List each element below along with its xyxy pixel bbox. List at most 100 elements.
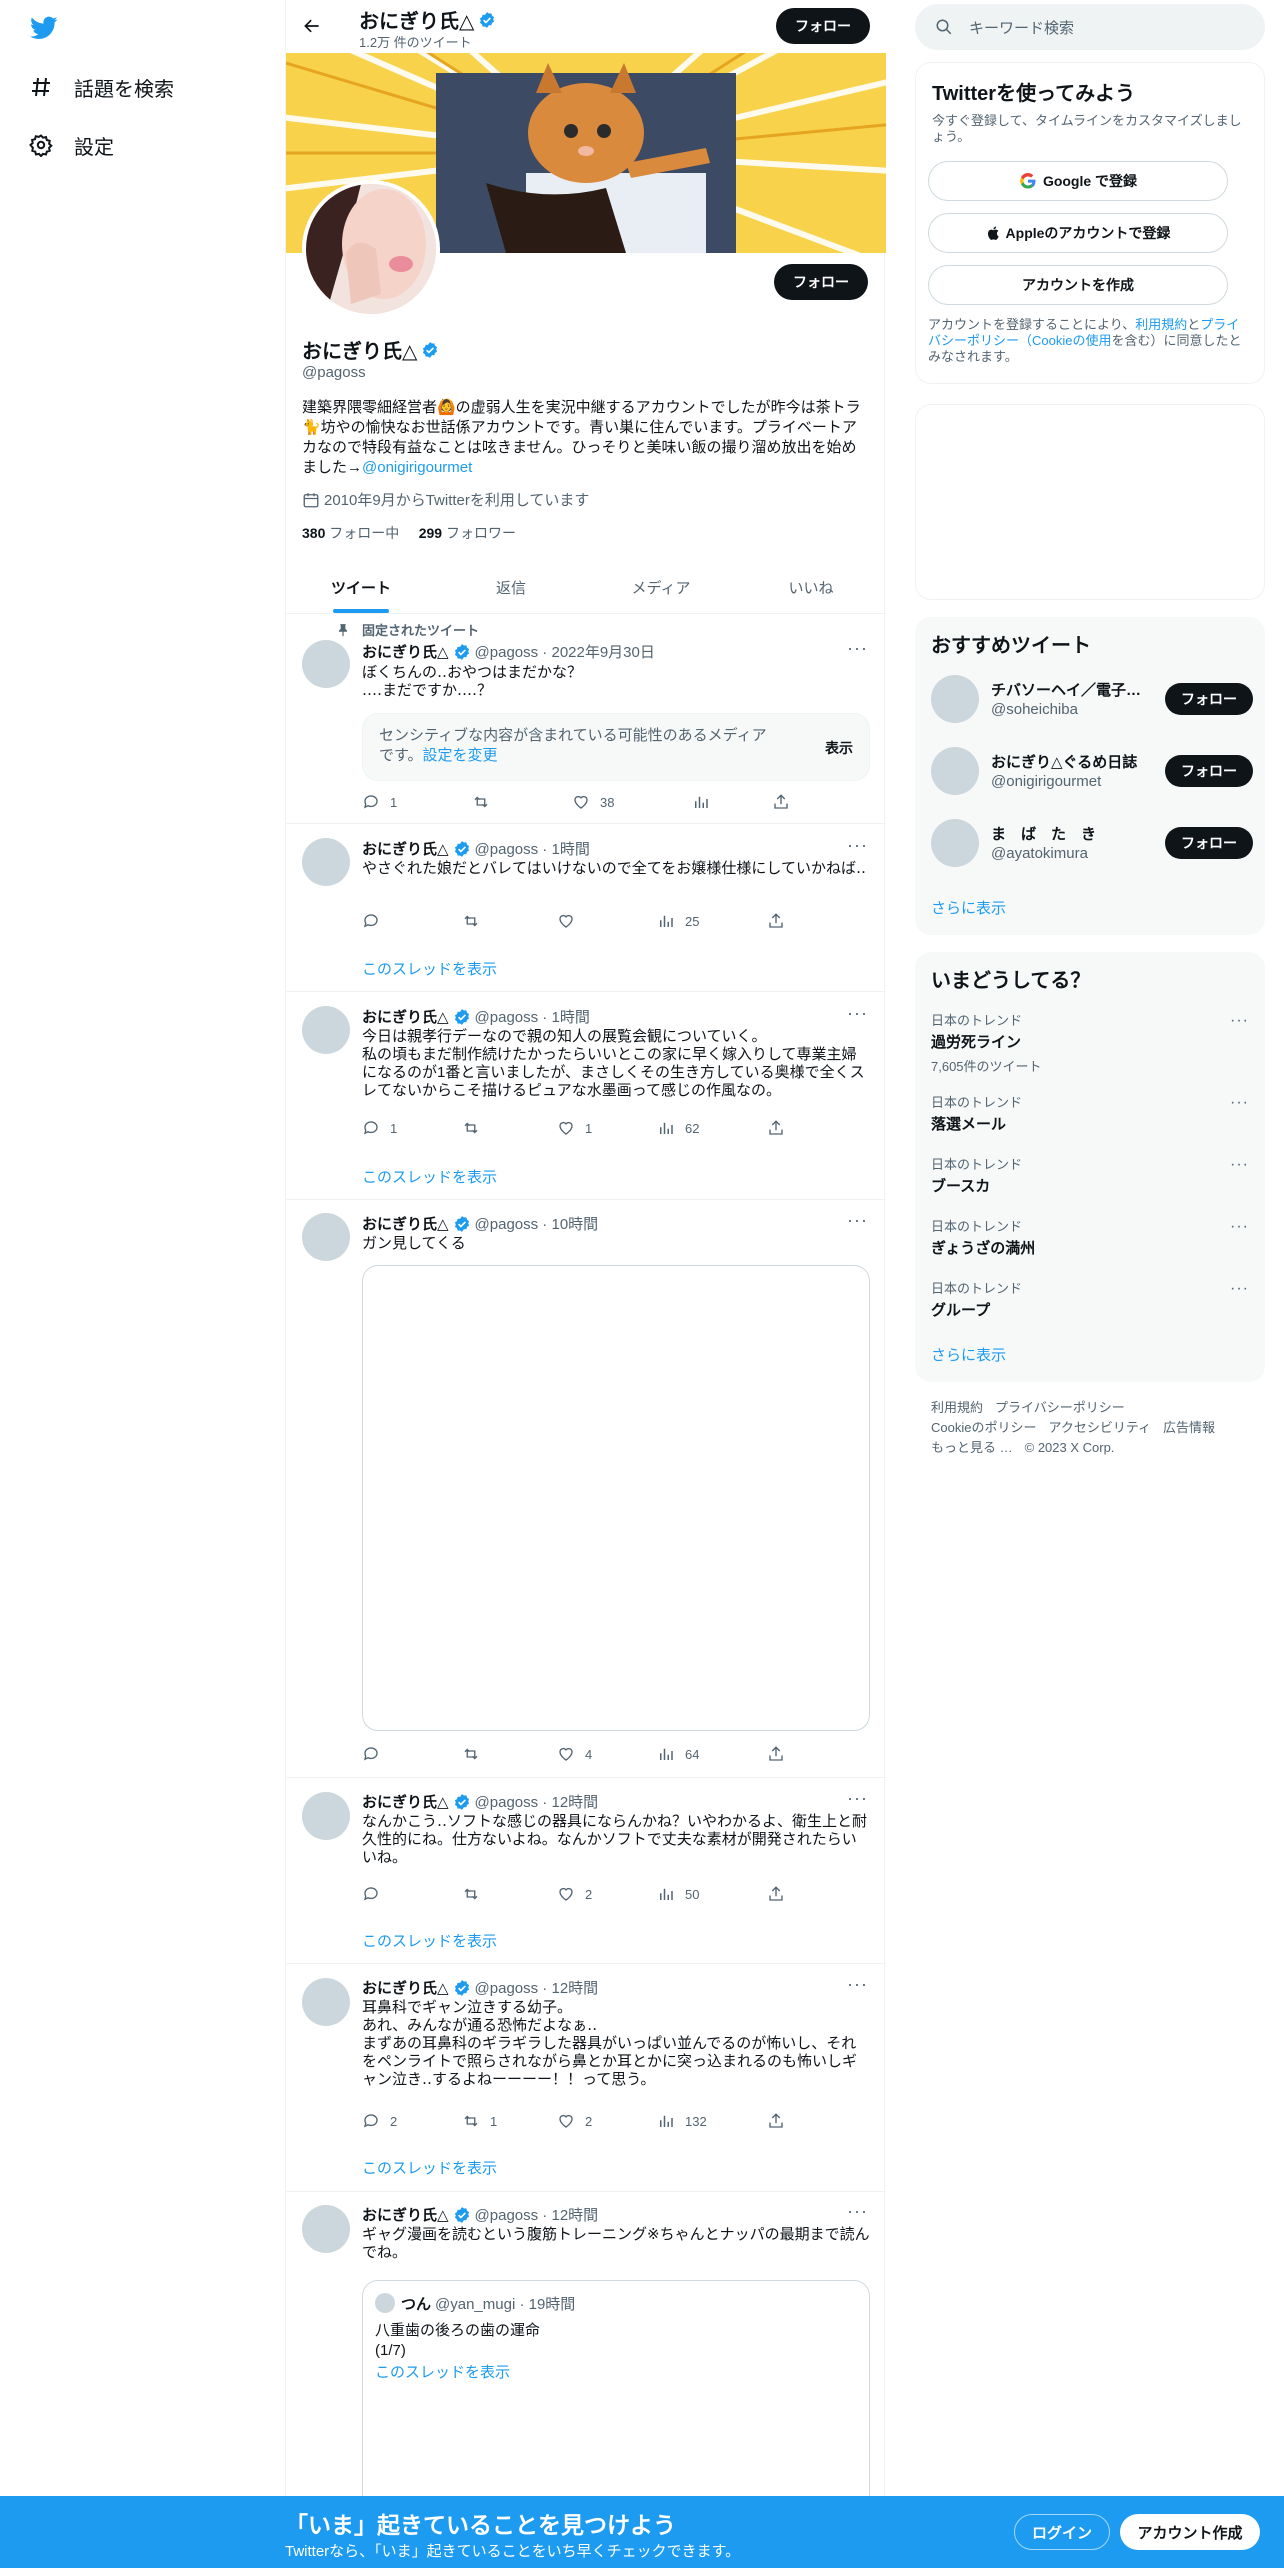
reply-button[interactable]: 1 [362, 1119, 397, 1137]
recommended-user[interactable]: おにぎり△ぐるめ日誌 @onigirigourmet フォロー [931, 745, 1253, 797]
back-arrow-icon[interactable] [300, 14, 324, 38]
apple-signup-button[interactable]: Appleのアカウントで登録 [928, 213, 1228, 253]
show-more-link[interactable]: さらに表示 [931, 1344, 1006, 1365]
tweet-avatar[interactable] [302, 1978, 350, 2026]
footer-privacy[interactable]: プライバシーポリシー [995, 1400, 1125, 1415]
tweet-avatar[interactable] [302, 838, 350, 886]
footer-more[interactable]: もっと見る … [931, 1440, 1013, 1455]
signup-button[interactable]: アカウント作成 [1120, 2514, 1260, 2550]
views-button[interactable]: 50 [657, 1885, 699, 1903]
show-media-button[interactable]: 表示 [825, 738, 853, 758]
retweet-button[interactable] [462, 1119, 490, 1137]
more-icon[interactable]: ··· [1230, 1094, 1249, 1112]
search-input[interactable]: キーワード検索 [915, 4, 1265, 50]
show-more-link[interactable]: さらに表示 [931, 897, 1006, 918]
tweet-author-name[interactable]: おにぎり氏△ [362, 641, 449, 662]
more-icon[interactable]: ··· [1230, 1156, 1249, 1174]
retweet-button[interactable] [462, 912, 490, 930]
show-thread-link[interactable]: このスレッドを表示 [362, 1930, 497, 1951]
trend-item[interactable]: 日本のトレンド ブースカ ··· [931, 1154, 1249, 1196]
reply-button[interactable]: 1 [362, 793, 397, 811]
trend-item[interactable]: 日本のトレンド ぎょうざの満州 ··· [931, 1216, 1249, 1258]
like-button[interactable]: 1 [557, 1119, 592, 1137]
retweet-button[interactable] [462, 1745, 490, 1763]
more-icon[interactable]: ··· [1230, 1012, 1249, 1030]
more-icon[interactable]: ··· [1230, 1280, 1249, 1298]
nav-settings[interactable]: 設定 [28, 125, 114, 165]
like-button[interactable]: 2 [557, 2112, 592, 2130]
footer-accessibility[interactable]: アクセシビリティ [1048, 1420, 1151, 1435]
share-button[interactable] [772, 793, 800, 811]
more-icon[interactable]: ··· [847, 1974, 868, 1995]
login-button[interactable]: ログイン [1014, 2514, 1110, 2550]
header-follow-button[interactable]: フォロー [776, 8, 870, 44]
following-link[interactable]: 380 フォロー中 [302, 525, 399, 541]
share-button[interactable] [767, 1119, 795, 1137]
twitter-logo-icon[interactable] [28, 14, 60, 42]
follow-button[interactable]: フォロー [1165, 755, 1253, 787]
google-signup-button[interactable]: Google で登録 [928, 161, 1228, 201]
recommended-user[interactable]: ま ば た き @ayatokimura フォロー [931, 817, 1253, 869]
share-button[interactable] [767, 1885, 795, 1903]
more-icon[interactable]: ··· [1230, 1218, 1249, 1236]
more-icon[interactable]: ··· [847, 1003, 868, 1024]
trend-item[interactable]: 日本のトレンド 過労死ライン 7,605件のツイート ··· [931, 1010, 1249, 1075]
tweet-avatar[interactable] [302, 640, 350, 688]
footer-cookie[interactable]: Cookieのポリシー [931, 1420, 1036, 1435]
reply-button[interactable]: 2 [362, 2112, 397, 2130]
like-button[interactable]: 2 [557, 1885, 592, 1903]
share-button[interactable] [767, 912, 795, 930]
tab-tweets[interactable]: ツイート [286, 561, 436, 613]
follow-button[interactable]: フォロー [1165, 683, 1253, 715]
tweet-avatar[interactable] [302, 1213, 350, 1261]
trend-item[interactable]: 日本のトレンド グループ ··· [931, 1278, 1249, 1320]
recommended-user[interactable]: チバソーヘイ／電子… @soheichiba フォロー [931, 673, 1253, 725]
tweet-author-name[interactable]: おにぎり氏△ [362, 1213, 449, 1234]
create-account-button[interactable]: アカウントを作成 [928, 265, 1228, 305]
more-icon[interactable]: ··· [847, 638, 868, 659]
tweet-avatar[interactable] [302, 1006, 350, 1054]
tweet-author-name[interactable]: おにぎり氏△ [362, 2204, 449, 2225]
tweet-author-name[interactable]: おにぎり氏△ [362, 838, 449, 859]
views-button[interactable]: 132 [657, 2112, 707, 2130]
share-button[interactable] [767, 1745, 795, 1763]
tab-likes[interactable]: いいね [736, 561, 886, 613]
share-button[interactable] [767, 2112, 795, 2130]
tab-media[interactable]: メディア [586, 561, 736, 613]
tab-replies[interactable]: 返信 [436, 561, 586, 613]
follow-button[interactable]: フォロー [1165, 827, 1253, 859]
more-icon[interactable]: ··· [847, 2201, 868, 2222]
views-button[interactable]: 25 [657, 912, 699, 930]
reply-button[interactable] [362, 1885, 390, 1903]
tweet-author-name[interactable]: おにぎり氏△ [362, 1006, 449, 1027]
more-icon[interactable]: ··· [847, 1788, 868, 1809]
retweet-button[interactable] [472, 793, 500, 811]
show-thread-link[interactable]: このスレッドを表示 [362, 958, 497, 979]
views-button[interactable]: 62 [657, 1119, 699, 1137]
show-thread-link[interactable]: このスレッドを表示 [362, 2157, 497, 2178]
like-button[interactable] [557, 912, 585, 930]
show-thread-link[interactable]: このスレッドを表示 [362, 1166, 497, 1187]
footer-terms[interactable]: 利用規約 [931, 1400, 983, 1415]
tweet-avatar[interactable] [302, 2205, 350, 2253]
nav-explore[interactable]: 話題を検索 [28, 67, 174, 107]
profile-avatar[interactable] [302, 180, 440, 318]
reply-button[interactable] [362, 1745, 390, 1763]
tweet-avatar[interactable] [302, 1792, 350, 1840]
terms-link[interactable]: 利用規約 [1135, 317, 1187, 332]
profile-follow-button[interactable]: フォロー [774, 264, 868, 300]
change-settings-link[interactable]: 設定を変更 [423, 747, 498, 764]
tweet-media[interactable] [362, 1265, 870, 1731]
like-button[interactable]: 38 [572, 793, 614, 811]
bio-link[interactable]: @onigirigourmet [362, 459, 472, 476]
trend-item[interactable]: 日本のトレンド 落選メール ··· [931, 1092, 1249, 1134]
more-icon[interactable]: ··· [847, 1210, 868, 1231]
views-button[interactable] [692, 793, 720, 811]
tweet-author-name[interactable]: おにぎり氏△ [362, 1977, 449, 1998]
more-icon[interactable]: ··· [847, 835, 868, 856]
followers-link[interactable]: 299 フォロワー [419, 525, 516, 541]
tweet-author-name[interactable]: おにぎり氏△ [362, 1791, 449, 1812]
reply-button[interactable] [362, 912, 390, 930]
retweet-button[interactable] [462, 1885, 490, 1903]
footer-ads[interactable]: 広告情報 [1163, 1420, 1215, 1435]
